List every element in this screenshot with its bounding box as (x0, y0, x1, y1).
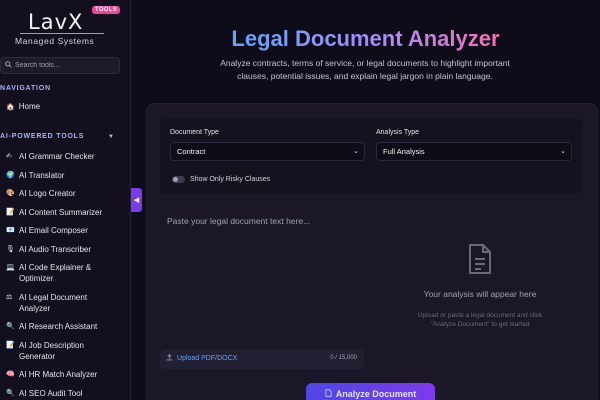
sidebar-item-tool[interactable]: 📝 AI Content Summarizer (6, 207, 128, 218)
sidebar-item-tool[interactable]: 🔍 AI SEO Audit Tool (6, 388, 128, 399)
page-subtitle: Analyze contracts, terms of service, or … (220, 58, 510, 81)
result-placeholder-title: Your analysis will appear here (423, 289, 537, 299)
sidebar-item-tool[interactable]: 🧠 AI HR Match Analyzer (6, 369, 128, 380)
brand-logo[interactable]: LavX TOOLS Managed Systems (14, 6, 122, 46)
sidebar-item-label: AI Grammar Checker (19, 152, 95, 161)
sidebar-item-tool[interactable]: 💻 AI Code Explainer & Optimizer (6, 262, 128, 284)
analyze-document-button[interactable]: Analyze Document (306, 383, 435, 400)
email-icon: 📧 (6, 227, 15, 234)
sidebar-item-label: AI Email Composer (19, 226, 88, 235)
risky-clauses-label: Show Only Risky Clauses (190, 176, 271, 183)
tools-list: ✍ AI Grammar Checker 🌍 AI Translator 🎨 AI Log… (6, 151, 128, 400)
memo-icon: 📝 (6, 208, 15, 216)
palette-icon: 🎨 (6, 190, 15, 197)
sidebar-item-tool[interactable]: 🔍 AI Research Assistant (6, 321, 128, 332)
chevron-down-icon[interactable]: ▼ (108, 134, 114, 140)
search-input[interactable] (15, 62, 119, 69)
character-count: 0 / 15,000 (330, 355, 357, 361)
sidebar-item-tool[interactable]: 🎨 AI Logo Creator (6, 188, 128, 199)
sidebar-item-label: AI Logo Creator (19, 189, 76, 198)
sidebar-item-label: AI Research Assistant (19, 322, 98, 331)
sidebar-item-label: AI HR Match Analyzer (19, 370, 98, 379)
scales-icon: ⚖ (6, 293, 13, 301)
sidebar-item-tool[interactable]: 🌍 AI Translator (6, 170, 128, 181)
pen-icon: ✍ (6, 153, 12, 160)
sidebar-item-tool[interactable]: 🎙 AI Audio Transcriber (6, 244, 128, 255)
document-textarea[interactable]: Paste your legal document text here... (160, 210, 364, 345)
sidebar-item-label: AI Legal Document Analyzer (19, 292, 88, 313)
sidebar-item-home[interactable]: 🏠 Home (6, 102, 40, 111)
document-type-label: Document Type (170, 129, 219, 136)
sidebar-item-label: AI SEO Audit Tool (19, 388, 83, 398)
sidebar-item-label: AI Translator (19, 170, 65, 180)
sidebar-item-label: AI Job Description Generator (19, 340, 84, 361)
sidebar: LavX TOOLS Managed Systems NAVIGATION 🏠 … (0, 0, 131, 400)
document-icon (325, 389, 332, 399)
logo-subtitle: Managed Systems (15, 36, 95, 46)
risky-clauses-toggle[interactable] (172, 176, 185, 183)
document-type-value: Contract (177, 147, 206, 156)
sidebar-item-label: AI Code Explainer & Optimizer (19, 263, 92, 283)
brain-icon: 🧠 (6, 371, 15, 378)
home-icon: 🏠 (6, 103, 15, 111)
chevron-down-icon: ⌄ (353, 148, 359, 155)
analysis-type-select[interactable]: Full Analysis ⌄ (376, 142, 572, 161)
analyze-button-label: Analyze Document (335, 389, 417, 399)
sidebar-item-label: AI Content Summarizer (19, 207, 103, 217)
sidebar-item-tool[interactable]: ⚖ AI Legal Document Analyzer (6, 292, 128, 314)
analysis-type-value: Full Analysis (383, 147, 425, 156)
upload-bar: Upload PDF/DOCX 0 / 15,000 (160, 349, 364, 369)
document-type-select[interactable]: Contract ⌄ (170, 142, 365, 161)
magnifier-icon: 🔍 (6, 389, 15, 397)
search-box[interactable] (0, 57, 120, 74)
sidebar-item-tool[interactable]: 📝 AI Job Description Generator (6, 340, 128, 362)
tools-section-title[interactable]: AI-POWERED TOOLS (0, 133, 84, 140)
document-icon (469, 244, 491, 274)
chevron-left-icon: ◀ (133, 197, 140, 204)
upload-label: Upload PDF/DOCX (177, 355, 238, 362)
logo-wordmark: LavX (28, 10, 84, 34)
memo-icon: 📝 (6, 341, 15, 349)
search-icon (1, 61, 15, 70)
microphone-icon: 🎙 (6, 245, 15, 253)
tools-badge: TOOLS (92, 6, 121, 14)
laptop-icon: 💻 (6, 264, 15, 271)
logo-divider (20, 33, 104, 34)
nav-section-title: NAVIGATION (0, 85, 51, 92)
upload-button[interactable]: Upload PDF/DOCX (166, 354, 237, 363)
page-title: Legal Document Analyzer (131, 26, 600, 52)
sidebar-item-tool[interactable]: ✍ AI Grammar Checker (6, 151, 128, 162)
sidebar-item-label: AI Audio Transcriber (19, 244, 92, 254)
upload-icon (166, 354, 173, 363)
chevron-down-icon: ⌄ (560, 148, 566, 155)
sidebar-item-label: Home (18, 102, 41, 111)
sidebar-collapse-button[interactable]: ◀ (131, 188, 142, 212)
magnifier-icon: 🔍 (6, 323, 15, 330)
page-title-text: Legal Document Analyzer (231, 26, 500, 51)
sidebar-item-tool[interactable]: 📧 AI Email Composer (6, 225, 128, 236)
result-placeholder-hint: Upload or paste a legal document and cli… (417, 312, 543, 328)
globe-icon: 🌍 (6, 171, 15, 179)
analysis-type-label: Analysis Type (376, 129, 420, 136)
